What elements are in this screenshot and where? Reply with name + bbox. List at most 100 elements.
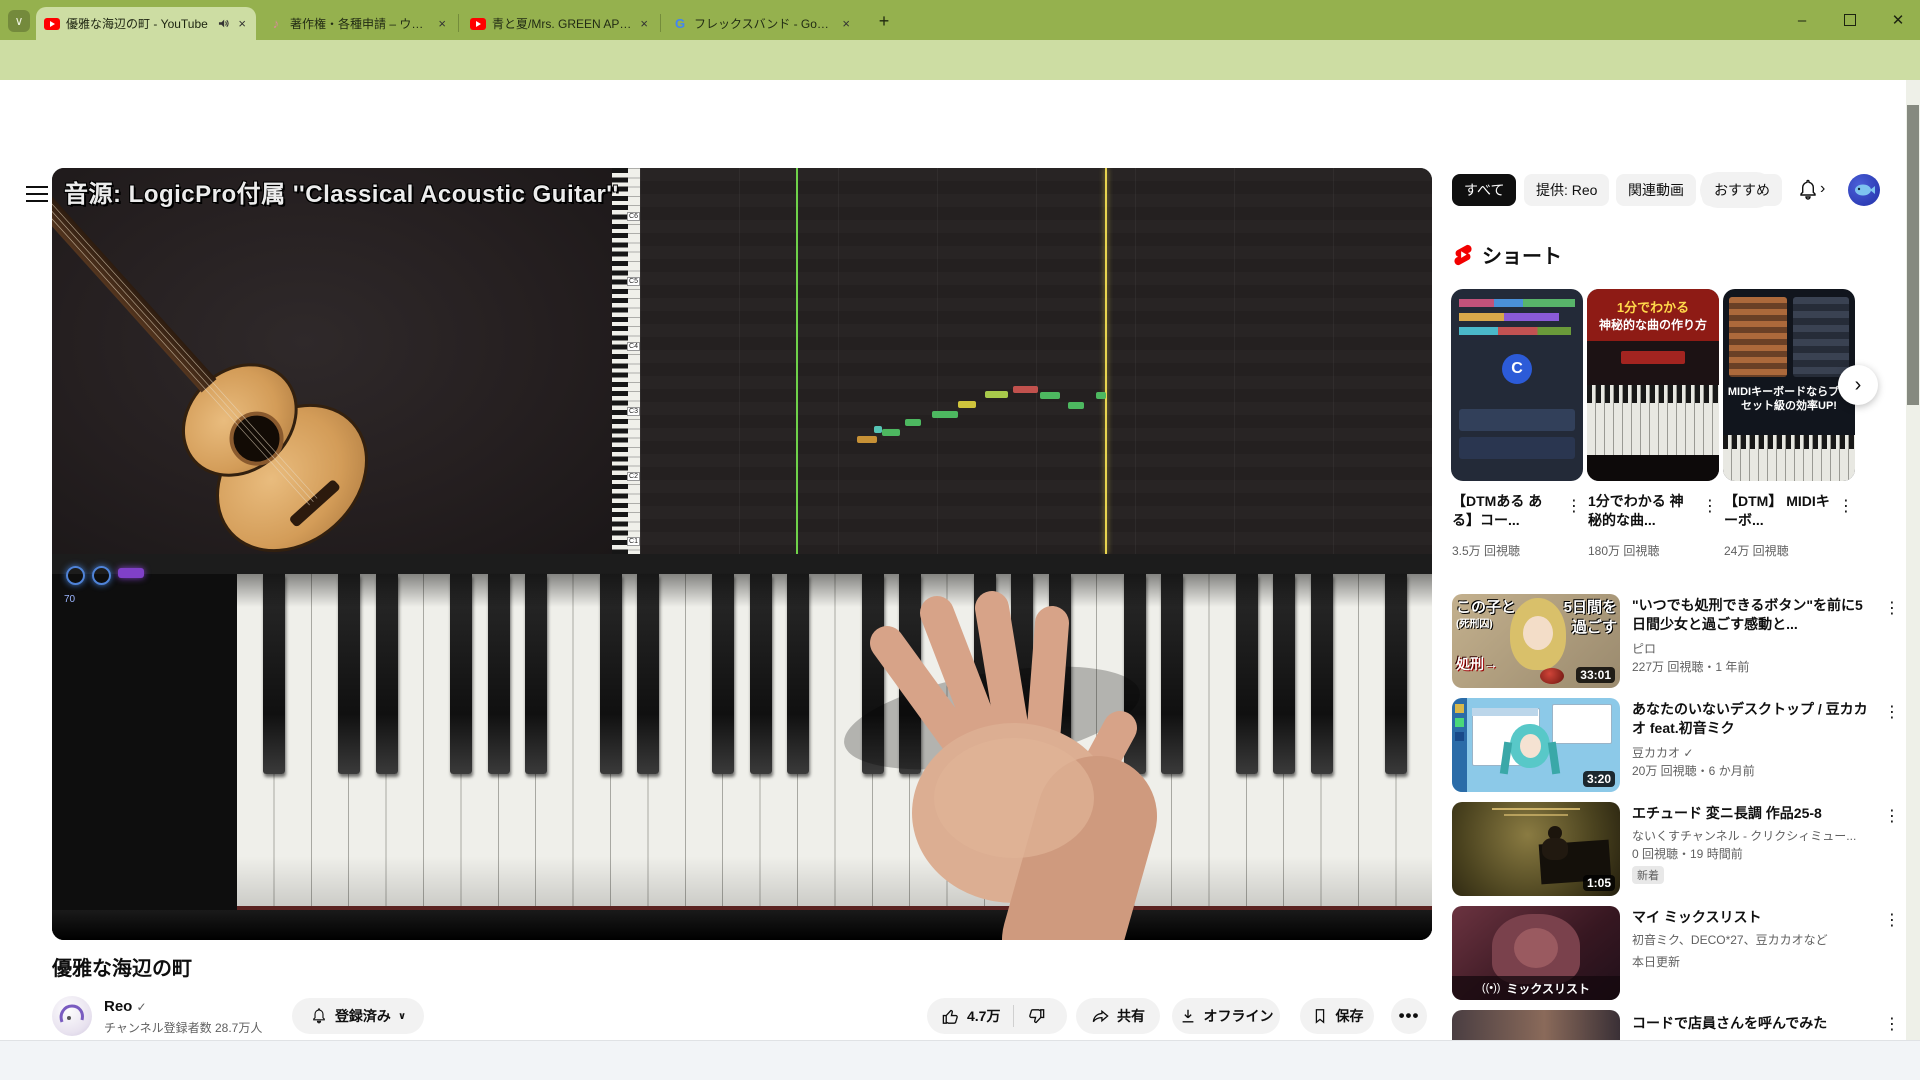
octave-label: C2 [627,472,640,481]
video-menu-icon[interactable]: ⋮ [1884,598,1900,618]
video-channel[interactable]: 豆カカオ ✓ [1632,744,1693,761]
tab-close-icon[interactable]: × [436,16,448,31]
filter-chip-all[interactable]: すべて [1452,174,1516,206]
octave-label: C4 [627,342,640,351]
browser-toolbar: youtube.com/watch?v=UvSVJkRsrC4 ☆ k ⋮ [0,40,1920,80]
youtube-favicon [470,16,486,32]
browser-tab-strip: ∨ 優雅な海辺の町 - YouTube × ♪ 著作権・各種申請 – ウィンズス… [0,0,1920,40]
verified-icon: ✓ [137,1000,147,1014]
download-icon [1179,1007,1197,1025]
video-channel[interactable]: ないくすチャンネル - クリクシィミュー... [1632,827,1856,844]
guitar-panel [52,168,612,554]
shorts-next-arrow-button[interactable]: › [1838,365,1878,405]
short-menu-icon[interactable]: ⋮ [1702,496,1718,516]
new-tab-button[interactable]: + [872,9,896,33]
midi-knob-control [92,566,111,585]
tab-close-icon[interactable]: × [236,16,248,31]
tab-search-button[interactable]: ∨ [8,10,30,32]
tab-separator [660,14,661,32]
scrollbar-thumb[interactable] [1907,105,1919,405]
subscriber-count: チャンネル登録者数 28.7万人 [104,1019,262,1036]
video-menu-icon[interactable]: ⋮ [1884,1014,1900,1034]
video-thumbnail[interactable]: この子と (死刑囚) 5日間を 過ごす 処刑→ 33:01 [1452,594,1620,688]
video-caption-overlay: 音源: LogicPro付属 ''Classical Acoustic Guit… [64,174,684,209]
short-card-1[interactable]: C [1451,289,1583,481]
midi-note [1068,402,1084,409]
filter-chip-from-channel[interactable]: 提供: Reo [1524,174,1609,206]
browser-tab[interactable]: 青と夏/Mrs. GREEN APPLE【大阪 × [462,7,658,40]
video-player[interactable]: C6C5C4C3C2C1 音源: LogicPro付属 ''Classical … [52,168,1432,940]
piano-roll-keyboard-strip: C6C5C4C3C2C1 [612,168,640,554]
mixlist-icon: ((•)) [1482,982,1501,994]
browser-tab[interactable]: ♪ 著作権・各種申請 – ウィンズスコア × [260,7,456,40]
short-card-3[interactable]: MIDIキーボードならプリセット級の効率UP! [1723,289,1855,481]
window-minimize-button[interactable]: – [1782,6,1822,34]
channel-avatar[interactable] [52,996,92,1036]
short-title[interactable]: 【DTM】 MIDIキーボ... [1724,492,1830,530]
tab-close-icon[interactable]: × [638,16,650,31]
like-icon[interactable] [941,1007,960,1026]
notifications-bell-icon[interactable] [1796,178,1820,207]
browser-tab[interactable]: G フレックスバンド - Google 検索 × [664,7,860,40]
midi-note [932,411,958,418]
youtube-header: Premium JP 検索 + 作成 [0,80,1920,140]
video-title[interactable]: コードで店員さんを呼んでみた [1632,1014,1868,1033]
video-channel[interactable]: ピロ [1632,640,1656,657]
playlist-thumbnail[interactable]: ((•)) ミックスリスト [1452,906,1620,1000]
octave-label: C5 [627,277,640,286]
windows-taskbar: 9+ 雷雨注意報 発令中 検索 S ‹ [0,1040,1920,1080]
piano-roll [640,168,1432,554]
short-views: 3.5万 回視聴 [1452,542,1520,559]
short-card-2[interactable]: 1分でわかる 神秘的な曲の作り方 [1587,289,1719,481]
short-title[interactable]: 【DTMある ある】コー... [1452,492,1558,530]
video-menu-icon[interactable]: ⋮ [1884,702,1900,722]
midi-note [985,391,1008,398]
playlist-artists: 初音ミク、DECO*27、豆カカオなど [1632,931,1828,948]
tab-audio-icon[interactable] [217,17,230,30]
dislike-icon[interactable] [1027,1007,1046,1026]
account-avatar[interactable] [1848,174,1880,206]
verified-icon: ✓ [1683,746,1693,760]
share-button[interactable]: 共有 [1076,998,1160,1034]
share-label: 共有 [1117,1006,1145,1026]
tab-close-icon[interactable]: × [840,16,852,31]
short-views: 24万 回視聴 [1724,542,1789,559]
video-thumbnail[interactable] [1452,1010,1620,1040]
filter-chip-related[interactable]: 関連動画 [1616,174,1696,206]
video-menu-icon[interactable]: ⋮ [1884,910,1900,930]
playlist-title[interactable]: マイ ミックスリスト [1632,908,1868,927]
short-title[interactable]: 1分でわかる 神秘的な曲... [1588,492,1694,530]
like-count[interactable]: 4.7万 [967,1006,1000,1026]
midi-note [857,436,877,443]
short-menu-icon[interactable]: ⋮ [1838,496,1854,516]
video-title[interactable]: "いつでも処刑できるボタン"を前に5日間少女と過ごす感動と... [1632,596,1868,634]
browser-tab-active[interactable]: 優雅な海辺の町 - YouTube × [36,7,256,40]
more-actions-button[interactable]: ••• [1391,998,1427,1034]
chips-scroll-right-icon[interactable]: › [1820,180,1825,198]
video-thumbnail[interactable]: 3:20 [1452,698,1620,792]
video-thumbnail[interactable]: 1:05 [1452,802,1620,896]
video-title[interactable]: あなたのいないデスクトップ / 豆カカオ feat.初音ミク [1632,700,1868,738]
hamburger-menu-icon[interactable] [26,181,48,207]
bookmark-icon [1311,1007,1329,1025]
window-close-button[interactable]: ✕ [1878,6,1918,34]
window-maximize-button[interactable] [1830,6,1870,34]
filter-chip-recommended[interactable]: おすすめ [1702,174,1782,206]
channel-name[interactable]: Reo ✓ [104,998,147,1015]
classical-guitar-graphic [52,168,612,554]
short-menu-icon[interactable]: ⋮ [1566,496,1582,516]
short-banner-line1: 1分でわかる [1617,297,1689,316]
save-button[interactable]: 保存 [1300,998,1374,1034]
octave-label: C1 [627,537,640,546]
octave-label: C3 [627,407,640,416]
offline-button[interactable]: オフライン [1172,998,1280,1034]
video-duration: 33:01 [1576,667,1615,683]
playhead-line [1105,168,1107,554]
video-meta: 0 回視聴・19 時間前 [1632,845,1743,862]
short-thumb-letter: C [1502,354,1532,384]
video-menu-icon[interactable]: ⋮ [1884,806,1900,826]
video-title[interactable]: エチュード 変ニ長調 作品25-8 [1632,804,1868,823]
shorts-title: ショート [1482,240,1562,269]
midi-pad-control [118,568,144,578]
subscribed-button[interactable]: 登録済み ∨ [292,998,424,1034]
